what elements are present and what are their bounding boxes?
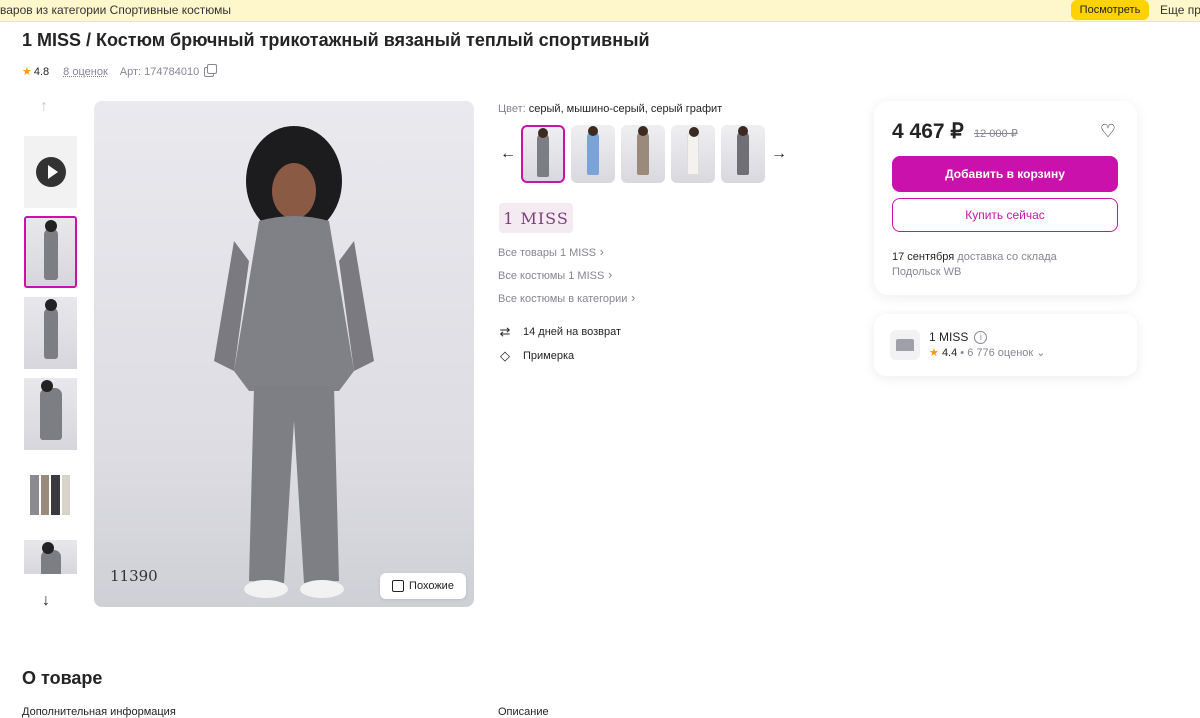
arrow-right-icon[interactable]: → [771, 145, 787, 163]
seller-reviews: 6 776 оценок [967, 347, 1034, 359]
gallery-thumbnail[interactable] [24, 459, 77, 531]
color-swatch[interactable] [671, 125, 715, 183]
seller-rating: ★ 4.4 • 6 776 оценок ⌄ [929, 347, 1046, 359]
gallery-thumbnail[interactable] [24, 378, 77, 450]
similar-button-label: Похожие [409, 580, 454, 592]
seller-card[interactable]: 1 MISS i ★ 4.4 • 6 776 оценок ⌄ [874, 314, 1137, 376]
delivery-info: 17 сентября доставка со склада Подольск … [892, 250, 1092, 280]
play-icon [35, 157, 66, 187]
current-price: 4 467 ₽ [892, 120, 964, 143]
gallery-thumbnail[interactable] [24, 540, 77, 574]
model-illustration [214, 126, 374, 598]
similar-search-icon [392, 580, 405, 592]
return-icon: ⇄ [499, 324, 511, 339]
product-meta: ★ 4.8 8 оценок Арт: 174784010 [22, 63, 218, 78]
color-swatch[interactable] [621, 125, 665, 183]
add-to-cart-button[interactable]: Добавить в корзину [892, 156, 1118, 192]
star-icon: ★ [22, 66, 32, 78]
thumbs-down-arrow-icon[interactable]: ↓ [42, 592, 50, 610]
gallery-thumbnail[interactable] [24, 297, 77, 369]
promo-banner: варов из категории Спортивные костюмы По… [0, 0, 1200, 22]
shop-icon [890, 330, 920, 360]
tag-icon: ◇ [500, 348, 510, 363]
article-number: Арт: 174784010 [119, 65, 200, 78]
color-label: Цвет: серый, мышино-серый, серый графит [498, 103, 722, 115]
main-product-image[interactable]: 11390 Похожие [94, 101, 474, 607]
color-label-prefix: Цвет: [498, 103, 526, 115]
all-category-suits-link[interactable]: Все костюмы в категории [498, 290, 635, 305]
seller-rating-value: 4.4 [941, 347, 958, 359]
return-policy-label: 14 дней на возврат [523, 326, 621, 338]
fitting-label: Примерка [523, 350, 575, 362]
description-heading: Описание [498, 706, 549, 718]
star-icon: ★ [929, 347, 939, 359]
chevron-down-icon[interactable]: ⌄ [1036, 347, 1045, 359]
product-title: 1 MISS / Костюм брючный трикотажный вяза… [22, 30, 650, 50]
similar-button[interactable]: Похожие [380, 573, 466, 599]
info-icon[interactable]: i [974, 330, 988, 344]
seller-name-label: 1 MISS [929, 330, 969, 344]
video-thumbnail[interactable] [24, 136, 77, 208]
additional-info-heading: Дополнительная информация [22, 706, 176, 718]
return-policy: ⇄ 14 дней на возврат [498, 324, 621, 340]
delivery-date: 17 сентября [892, 251, 955, 263]
promo-view-button[interactable]: Посмотреть [1071, 0, 1149, 20]
price-card: 4 467 ₽ 12 000 ₽ ♡ Добавить в корзину Ку… [874, 101, 1137, 295]
color-swatch[interactable] [571, 125, 615, 183]
color-swatch[interactable] [521, 125, 565, 183]
fitting-option: ◇ Примерка [498, 348, 574, 364]
color-swatch[interactable] [721, 125, 765, 183]
heart-icon[interactable]: ♡ [1098, 121, 1118, 141]
color-value: серый, мышино-серый, серый графит [528, 103, 723, 115]
about-heading: О товаре [22, 668, 103, 688]
brand-logo[interactable]: 1 MISS [499, 203, 573, 233]
seller-name[interactable]: 1 MISS i [929, 330, 988, 344]
product-rating: 4.8 [33, 65, 50, 78]
arrow-left-icon[interactable]: ← [500, 145, 516, 163]
promo-more-link[interactable]: Еще пре [1160, 3, 1200, 17]
product-code-watermark: 11390 [110, 567, 158, 585]
old-price: 12 000 ₽ [974, 128, 1018, 140]
all-brand-products-link[interactable]: Все товары 1 MISS [498, 244, 604, 259]
gallery-thumbnail[interactable] [24, 216, 77, 288]
reviews-link[interactable]: 8 оценок [63, 66, 108, 78]
buy-now-button[interactable]: Купить сейчас [892, 198, 1118, 232]
thumbs-up-arrow-icon[interactable]: ↑ [40, 98, 48, 116]
promo-banner-text: варов из категории Спортивные костюмы [0, 3, 232, 17]
all-brand-suits-link[interactable]: Все костюмы 1 MISS [498, 267, 612, 282]
copy-icon[interactable] [204, 63, 218, 77]
